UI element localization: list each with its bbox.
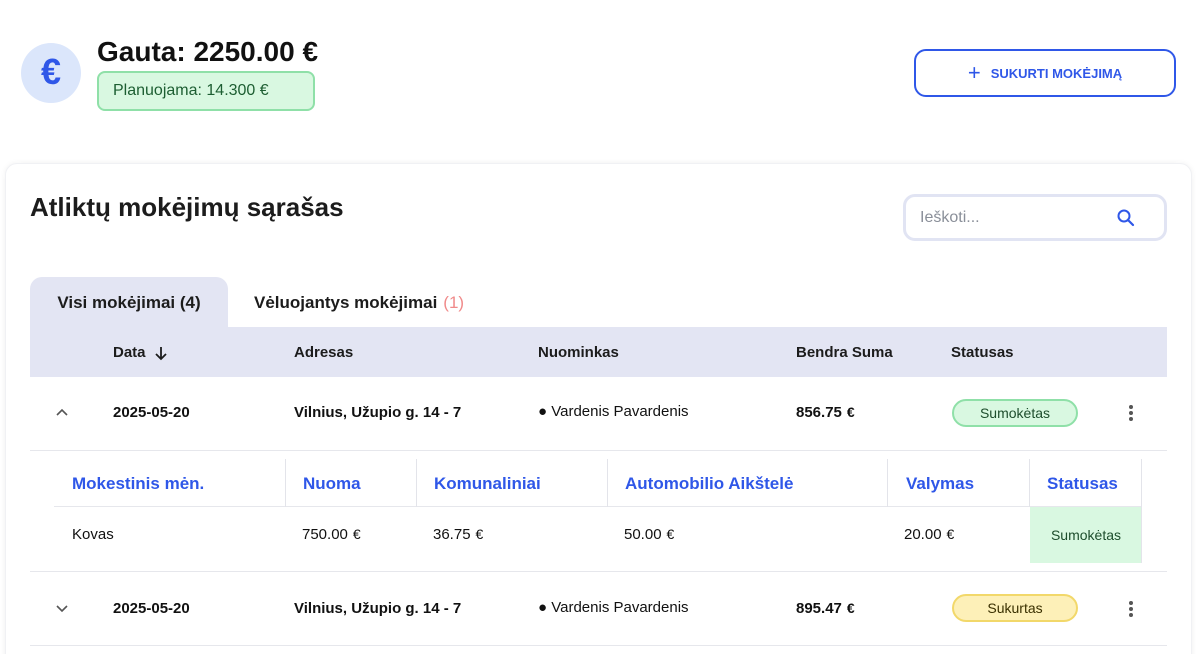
euro-icon: €	[21, 43, 81, 103]
chevron-down-icon[interactable]	[55, 604, 69, 614]
svg-text:€: €	[41, 53, 61, 92]
chevron-up-icon[interactable]	[55, 407, 69, 417]
column-tenant: Nuominkas	[538, 344, 619, 361]
details-cleaning-currency: €	[946, 526, 955, 542]
received-total: Gauta: 2250.00 €	[97, 36, 319, 67]
more-actions-icon[interactable]	[1123, 599, 1139, 619]
details-cleaning-value: 20.00	[904, 526, 942, 543]
tab-late-payments-label: Vėluojantys mokėjimai	[254, 292, 438, 312]
create-payment-button[interactable]: + SUKURTI MOKĖJIMĄ	[914, 49, 1176, 97]
column-address: Adresas	[294, 344, 354, 361]
details-rent-currency: €	[352, 526, 361, 542]
row-address: Vilnius, Užupio g. 14 - 7	[294, 404, 462, 421]
row-tenant: ● Vardenis Pavardenis	[538, 403, 689, 420]
status-badge: Sukurtas	[952, 594, 1078, 622]
column-divider	[607, 459, 608, 507]
details-status-badge: Sumokėtas	[1030, 507, 1142, 563]
details-column-status: Statusas	[1047, 474, 1118, 493]
details-header: Mokestinis mėn. Nuoma Komunaliniai Autom…	[54, 459, 1142, 507]
row-total: 856.75 €	[796, 404, 855, 421]
late-count-badge: (1)	[443, 292, 465, 312]
status-badge: Sumokėtas	[952, 399, 1078, 427]
payment-details-table: Mokestinis mėn. Nuoma Komunaliniai Autom…	[54, 459, 1142, 563]
details-column-cleaning: Valymas	[906, 474, 975, 493]
tab-late-payments[interactable]: Vėluojantys mokėjimai (1)	[240, 277, 480, 328]
details-utilities-value: 36.75	[433, 526, 471, 543]
details-column-utilities: Komunaliniai	[434, 474, 541, 493]
search-icon[interactable]	[1116, 208, 1136, 233]
create-payment-label: SUKURTI MOKĖJIMĄ	[990, 65, 1123, 81]
card-title: Atliktų mokėjimų sąrašas	[30, 192, 344, 222]
details-utilities-currency: €	[475, 526, 484, 542]
row-address: Vilnius, Užupio g. 14 - 7	[294, 600, 462, 617]
column-divider	[416, 459, 417, 507]
details-parking-value: 50.00	[624, 526, 662, 543]
column-status: Statusas	[951, 344, 1014, 361]
details-row: Kovas 750.00 € 36.75 € 50.00 € 20.00 € Sumok…	[54, 507, 1142, 563]
search-box[interactable]	[903, 194, 1167, 241]
column-date[interactable]: Data	[113, 344, 168, 361]
table-header: Data Adresas Nuominkas Bendra Suma Statu…	[30, 327, 1167, 377]
details-cleaning: 20.00 €	[904, 526, 954, 543]
details-parking-currency: €	[666, 526, 675, 542]
table-row[interactable]: 2025-05-20 Vilnius, Užupio g. 14 - 7 ● V…	[30, 377, 1167, 451]
tab-all-payments[interactable]: Visi mokėjimai (4)	[30, 277, 228, 328]
table-row[interactable]: 2025-05-20 Vilnius, Užupio g. 14 - 7 ● V…	[30, 572, 1167, 646]
planned-badge: Planuojama: 14.300 €	[97, 71, 315, 111]
row-total-currency: €	[846, 404, 855, 420]
details-column-month: Mokestinis mėn.	[72, 474, 205, 493]
more-actions-icon[interactable]	[1123, 403, 1139, 423]
row-total-value: 856.75	[796, 404, 842, 421]
column-divider	[887, 459, 888, 507]
details-column-rent: Nuoma	[303, 474, 361, 493]
details-rent: 750.00 €	[302, 526, 361, 543]
page-header: € Gauta: 2250.00 € Planuojama: 14.300 € …	[0, 0, 1200, 140]
column-divider	[1029, 459, 1030, 507]
search-input[interactable]	[920, 208, 1110, 227]
plus-icon: +	[967, 60, 981, 85]
column-total: Bendra Suma	[796, 344, 893, 361]
column-divider	[1141, 459, 1142, 563]
details-utilities: 36.75 €	[433, 526, 483, 543]
sort-arrow-down-icon[interactable]	[154, 345, 168, 361]
details-rent-value: 750.00	[302, 526, 348, 543]
column-divider	[285, 459, 286, 507]
row-date: 2025-05-20	[113, 404, 190, 421]
column-date-label: Data	[113, 344, 146, 361]
row-total: 895.47 €	[796, 600, 855, 617]
row-total-value: 895.47	[796, 600, 842, 617]
row-tenant: ● Vardenis Pavardenis	[538, 599, 689, 616]
row-date: 2025-05-20	[113, 600, 190, 617]
details-parking: 50.00 €	[624, 526, 674, 543]
details-column-parking: Automobilio Aikštelė	[625, 474, 794, 493]
details-month: Kovas	[72, 526, 114, 543]
tab-all-payments-label: Visi mokėjimai (4)	[57, 292, 201, 312]
row-total-currency: €	[846, 600, 855, 616]
